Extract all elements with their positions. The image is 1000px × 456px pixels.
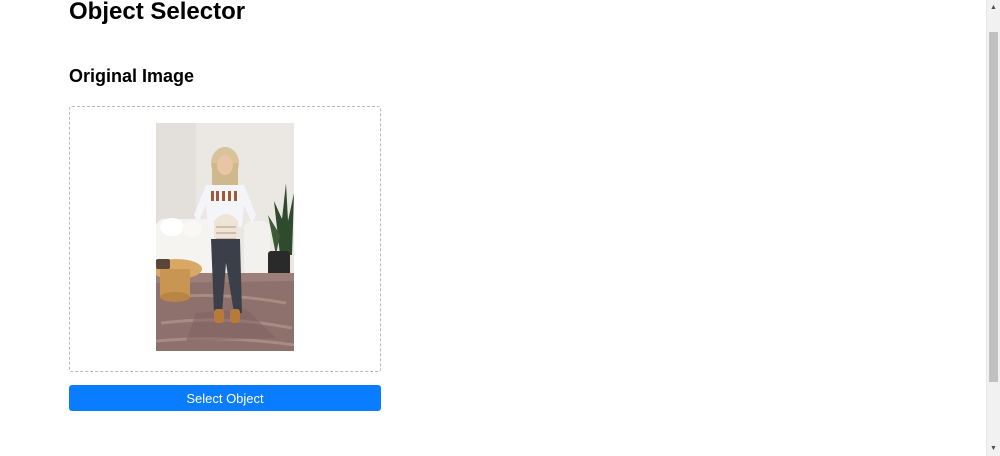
image-dropzone[interactable] [69,106,381,372]
select-object-button[interactable]: Select Object [69,385,381,411]
triangle-up-icon[interactable]: ▲ [987,1,1000,14]
triangle-down-icon[interactable]: ▼ [987,442,1000,455]
page-viewport: Object Selector Original Image Select Ob… [0,0,1000,456]
original-image[interactable] [156,123,294,351]
photo-illustration [156,123,294,351]
vertical-scrollbar[interactable]: ▲ ▼ [986,0,1000,456]
page-title: Object Selector [69,0,246,25]
scrollbar-thumb[interactable] [989,32,998,382]
original-image-heading: Original Image [69,66,195,86]
